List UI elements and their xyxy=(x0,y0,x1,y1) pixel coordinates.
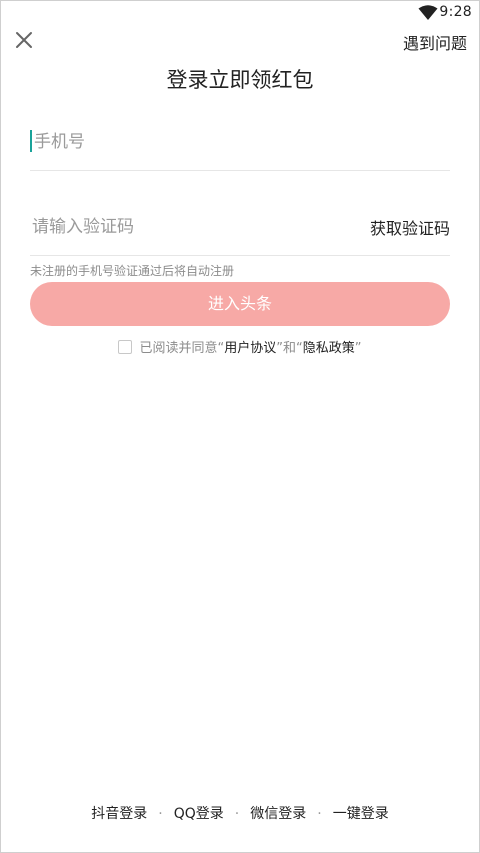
quote-close-2: ” xyxy=(354,341,362,356)
page-title: 登录立即领红包 xyxy=(166,68,314,92)
douyin-login-option[interactable]: 抖音登录 xyxy=(91,806,147,822)
agreement-checkbox[interactable] xyxy=(118,340,133,354)
one-click-login-option[interactable]: 一键登录 xyxy=(333,806,389,822)
wifi-icon xyxy=(418,5,438,20)
wechat-login-option[interactable]: 微信登录 xyxy=(250,806,306,822)
phone-input[interactable] xyxy=(32,128,436,156)
verification-code-input[interactable] xyxy=(30,213,334,241)
separator-dot: · xyxy=(158,806,163,822)
qq-login-option[interactable]: QQ登录 xyxy=(174,806,224,822)
agreement-and: 和 xyxy=(283,341,297,356)
login-submit-button[interactable]: 进入头条 xyxy=(30,282,450,326)
quote-open-2: “ xyxy=(296,341,303,356)
separator-dot: · xyxy=(234,806,240,822)
alt-login-options: 抖音登录 · QQ登录 · 微信登录 · 一键登录 xyxy=(0,803,480,823)
status-bar: 9:28 xyxy=(0,0,480,26)
phone-field xyxy=(30,118,450,171)
agreement-row: 已阅读并同意“用户协议”和“隐私政策” xyxy=(0,337,480,356)
separator-dot: · xyxy=(317,806,322,822)
quote-close-1: ” xyxy=(276,341,283,356)
close-icon[interactable] xyxy=(12,28,36,52)
auto-register-hint: 未注册的手机号验证通过后将自动注册 xyxy=(30,264,235,278)
code-field: 获取验证码 xyxy=(30,203,450,256)
privacy-policy-link[interactable]: 隐私政策 xyxy=(303,341,355,356)
agreement-prefix: 已阅读并同意 xyxy=(139,341,218,356)
get-code-button[interactable]: 获取验证码 xyxy=(370,215,450,239)
help-link[interactable]: 遇到问题 xyxy=(403,30,467,54)
status-time: 9:28 xyxy=(439,4,472,20)
user-agreement-link[interactable]: 用户协议 xyxy=(224,341,276,356)
